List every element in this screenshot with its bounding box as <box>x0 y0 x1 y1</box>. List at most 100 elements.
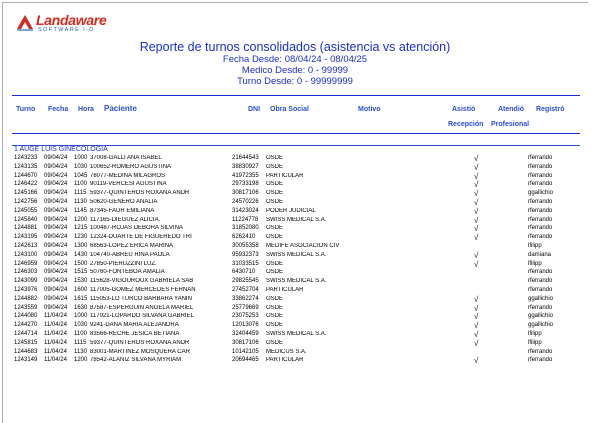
obra-social-cell: OSDE <box>266 260 284 267</box>
report-header: Reporte de turnos consolidados (asistenc… <box>100 40 490 87</box>
table-row: 1243135 09/04/24 1030 100652-ROMERO AGUSTIN… <box>0 163 591 173</box>
paciente-cell: 37008-GALLI ANA ISABEL <box>90 155 162 161</box>
asistio-check-icon: √ <box>474 338 479 348</box>
obra-social-cell: OSDE <box>266 234 284 241</box>
fecha-cell: 09/04/24 <box>44 251 68 258</box>
obra-social-cell: OSDE <box>266 225 284 232</box>
table-row: 1243099 09/04/24 1530 115628-VIGOUROUX GABR… <box>0 278 591 287</box>
table-row: 1246959 09/04/24 1500 27850-PIERUZZINI LUZ.… <box>0 259 591 270</box>
registro-cell: ggallichio <box>528 313 554 320</box>
paciente-cell: 90119-VERCESI AGUSTINA <box>90 181 167 188</box>
col-paciente: Paciente <box>104 104 137 113</box>
hora-cell: 1115 <box>74 190 87 197</box>
obra-social-cell: SWISS MEDICAL S.A. <box>266 278 327 285</box>
hora-cell: 1615 <box>74 295 88 302</box>
fecha-cell: 09/04/24 <box>44 260 68 267</box>
paciente-cell: 59377-QUINTEROS ROXANA ANDR <box>90 339 190 346</box>
dni-cell: 11224778 <box>232 216 259 223</box>
table-row: 1246422 09/04/24 1100 90119-VERCESI AGUSTIN… <box>0 180 591 190</box>
turno-cell: 1245166 <box>14 190 38 197</box>
paciente-cell: 50760-FONTEBOA AMALIA <box>90 269 165 276</box>
table-row: 1243559 09/04/24 1630 87587-ESPERGUIN ANGEL… <box>0 303 591 314</box>
obra-social-cell: OSDE <box>266 322 284 329</box>
registro-cell: rferrando <box>528 348 553 355</box>
registro-cell: rferrando <box>528 155 553 161</box>
col-hora: Hora <box>78 106 94 113</box>
fecha-cell: 09/04/24 <box>44 216 68 223</box>
col-asistio: Asistió <box>452 106 476 113</box>
paciente-cell: 117021-LOPARDO SILVANA GABRIEL <box>90 313 194 320</box>
dni-cell: 32404459 <box>232 330 259 337</box>
table-row: 1244881 09/04/24 1215 100487-ROJAS DEBORA S… <box>0 224 591 234</box>
group-title: 1 AUGE LUIS GINECOLOGIA <box>14 146 108 153</box>
paciente-cell: 100652-ROMERO AGUSTINA <box>90 163 172 170</box>
dni-cell: 12013076 <box>232 322 259 329</box>
registro-cell: rferrando <box>528 234 553 241</box>
col-turno: Turno <box>16 106 36 113</box>
turno-cell: 1245840 <box>14 216 38 223</box>
table-row: 1245815 11/04/24 1115 59377-QUINTEROS ROXAN… <box>0 338 591 349</box>
hora-cell: 1045 <box>74 172 88 179</box>
dni-cell: 33862274 <box>232 295 259 302</box>
obra-social-cell: OSDE <box>266 313 284 320</box>
table-row: 1243195 09/04/24 1230 12324-DUARTE DE FIGUE… <box>0 233 591 243</box>
turno-cell: 1244881 <box>14 225 38 232</box>
obra-social-cell: OSDE <box>266 163 284 170</box>
fecha-cell: 09/04/24 <box>44 304 68 311</box>
obra-social-cell: MEDICUS S.A. <box>266 348 307 355</box>
turnos-list: 1243233 09/04/24 1000 37008-GALLI ANA ISABE… <box>0 154 591 366</box>
hora-cell: 1000 <box>74 155 88 161</box>
registro-cell: lfilipp <box>528 339 542 346</box>
registro-cell: ggallichio <box>528 295 554 302</box>
dni-cell: 20694465 <box>232 357 259 364</box>
registro-cell: rferrando <box>528 181 553 188</box>
asistio-check-icon: √ <box>474 206 479 216</box>
registro-cell: rferrando <box>528 278 553 285</box>
asistio-check-icon: √ <box>474 259 479 269</box>
fecha-cell: 09/04/24 <box>44 207 68 214</box>
fecha-cell: 09/04/24 <box>44 172 68 179</box>
fecha-cell: 09/04/24 <box>44 225 68 232</box>
paciente-cell: 117005-GOMEZ MERCEDES FERNAN <box>90 286 196 293</box>
paciente-cell: 115628-VIGOUROUX GABRIELA SAB <box>90 278 194 285</box>
table-row: 1244714 11/04/24 1100 83566-RECHE JESICA BE… <box>0 330 591 340</box>
turno-cell: 1245055 <box>14 207 38 214</box>
obra-social-cell: PODER JUDICIAL <box>266 207 316 214</box>
asistio-check-icon: √ <box>474 189 479 199</box>
registro-cell: rferrando <box>528 216 553 223</box>
dni-cell: 31423024 <box>232 207 259 214</box>
paciente-cell: 9241-DANA MARIA ALEJANDRA <box>90 322 179 329</box>
paciente-cell: 78542-ALANIZ SILVANA MYRIAM <box>90 357 182 364</box>
registro-cell: ggallichio <box>528 322 554 329</box>
table-row: 1243976 09/04/24 1600 117005-GOMEZ MERCEDES… <box>0 287 591 296</box>
hora-cell: 1200 <box>74 357 88 364</box>
dni-cell: 30817106 <box>232 339 259 346</box>
report-title: Reporte de turnos consolidados (asistenc… <box>139 40 451 54</box>
asistio-check-icon: √ <box>474 303 479 313</box>
registro-cell: rferrando <box>528 207 553 214</box>
table-row: 1243100 09/04/24 1430 104740-ABREU RINA PAO… <box>0 250 591 261</box>
asistio-check-icon: √ <box>474 356 479 366</box>
obra-social-cell: OSDE <box>266 295 284 302</box>
obra-social-cell: SWISS MEDICAL S.A. <box>266 330 327 337</box>
asistio-check-icon: √ <box>474 197 479 207</box>
asistio-check-icon: √ <box>474 250 479 260</box>
table-row: 1242613 09/04/24 1300 68563-LOPEZ ERICA MAR… <box>0 243 591 252</box>
paciente-cell: 87345-FAUR EMILIANA <box>90 207 155 214</box>
registro-cell: rferrando <box>528 357 553 364</box>
obra-social-cell: OSDE <box>266 269 284 276</box>
fecha-cell: 09/04/24 <box>44 155 68 161</box>
hora-cell: 1030 <box>74 163 88 170</box>
hora-cell: 1515 <box>74 269 88 276</box>
turno-cell: 1242756 <box>14 198 38 205</box>
asistio-check-icon: √ <box>474 224 479 234</box>
paciente-cell: 59377-QUINTEROS ROXANA ANDR <box>90 190 190 197</box>
fecha-range: Fecha Desde: 08/04/24 - 08/04/25 <box>222 54 368 65</box>
dni-cell: 24570226 <box>232 198 259 205</box>
table-row: 1244080 11/04/24 1000 117021-LOPARDO SILVAN… <box>0 312 591 322</box>
logo-name: Landaware <box>36 12 107 28</box>
fecha-cell: 11/04/24 <box>44 322 67 329</box>
turno-cell: 1245815 <box>14 339 38 346</box>
dni-cell: 23075253 <box>232 313 259 320</box>
col-motivo: Motivo <box>358 106 381 113</box>
